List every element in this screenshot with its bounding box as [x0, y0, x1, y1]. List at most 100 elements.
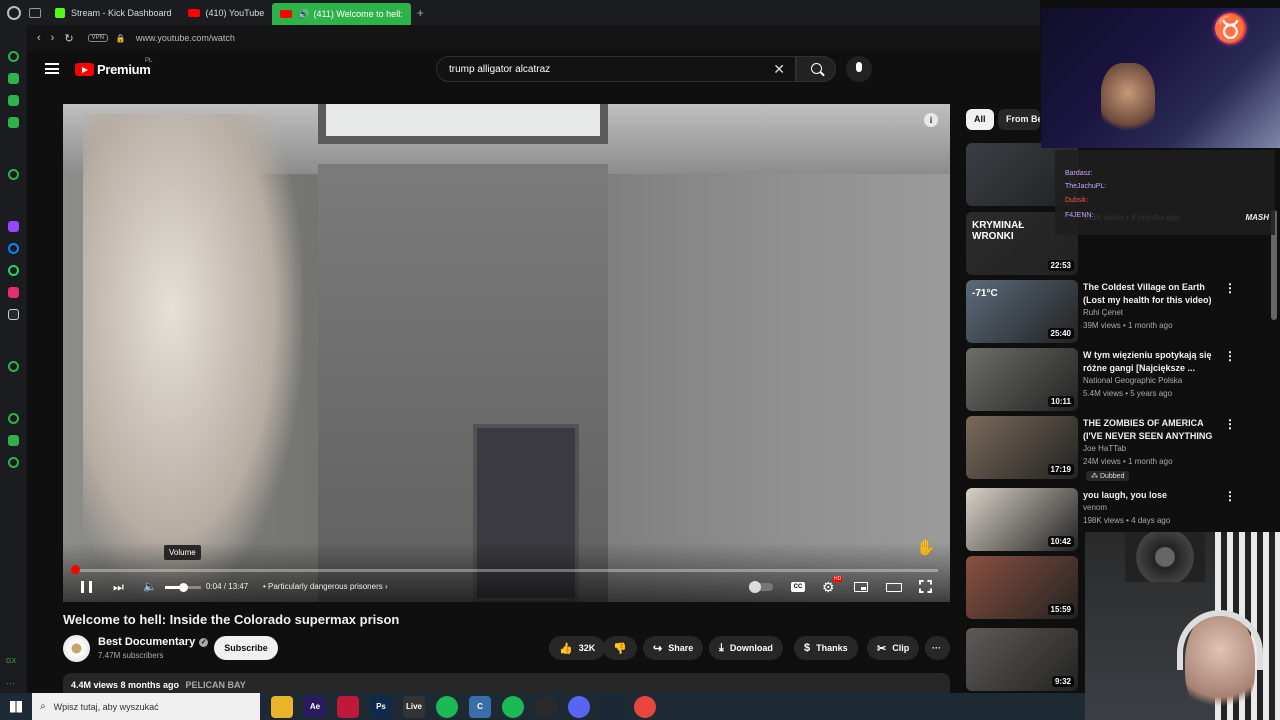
theater-mode-icon[interactable] [886, 583, 902, 592]
subtitles-icon[interactable]: CC [791, 582, 805, 592]
chapter-title[interactable]: • Particularly dangerous prisoners › [263, 582, 388, 591]
recommendation-title[interactable]: you laugh, you lose [1083, 489, 1221, 502]
chip-from-channel[interactable]: From Be [998, 109, 1040, 130]
recommendation-item[interactable]: -71°C 25:40 The Coldest Village on Earth (… [966, 280, 1278, 344]
recommendation-channel[interactable]: Ruhi Çenet [1083, 308, 1123, 317]
clear-search-icon[interactable]: ✕ [773, 61, 785, 78]
youtube-logo-icon[interactable] [75, 63, 94, 76]
more-actions-button[interactable]: ··· [925, 636, 950, 660]
next-icon[interactable]: ⏭ [113, 580, 124, 595]
taskbar-photoshop-icon[interactable]: Ps [370, 695, 392, 718]
messenger-icon[interactable] [8, 243, 19, 254]
taskbar-chrome-icon[interactable] [634, 695, 656, 718]
new-tab-icon[interactable]: + [417, 6, 424, 20]
player-icon[interactable] [8, 361, 19, 372]
video-thumbnail[interactable]: 17:19 [966, 416, 1078, 479]
taskbar-opera-gx-icon[interactable] [337, 695, 359, 718]
subscribe-button[interactable]: Subscribe [214, 636, 278, 660]
video-thumbnail[interactable]: 15:59 [966, 556, 1078, 619]
taskbar-search-input[interactable]: ⌕ Wpisz tutaj, aby wyszukać [32, 693, 260, 720]
miniplayer-icon[interactable] [854, 582, 868, 592]
more-icon[interactable]: ··· [6, 678, 15, 688]
thanks-button[interactable]: $ Thanks [794, 636, 858, 660]
like-button[interactable]: 👍 32K [549, 636, 606, 660]
channel-avatar[interactable] [63, 635, 90, 662]
instagram-icon[interactable] [8, 287, 19, 298]
channel-name-text: Best Documentary [98, 636, 196, 648]
twitch-icon[interactable] [8, 221, 19, 232]
whatsapp-icon[interactable] [8, 265, 19, 276]
volume-knob[interactable] [179, 583, 188, 592]
share-button[interactable]: ↪ Share [643, 636, 704, 660]
more-options-icon[interactable]: ⋮ [1224, 417, 1236, 431]
video-thumbnail[interactable]: 10:42 [966, 488, 1078, 551]
progress-scrubber[interactable] [71, 565, 80, 574]
autoplay-toggle[interactable] [749, 581, 773, 593]
video-player[interactable]: i ✋ Volume ⏭ 🔈 0:04 / 13:47 • Particular… [63, 104, 950, 602]
search-button[interactable] [796, 56, 836, 82]
lock-icon[interactable]: 🔒 [116, 34, 126, 43]
youtube-premium-logo[interactable]: Premium [97, 62, 151, 77]
dislike-button[interactable]: 👎 [603, 636, 637, 660]
recommendation-item[interactable]: 10:11 W tym więzieniu spotykają się różne… [966, 348, 1278, 412]
tab-youtube-home[interactable]: (410) YouTube [180, 0, 273, 25]
voice-search-button[interactable] [846, 56, 872, 82]
recommendation-channel[interactable]: venom [1083, 503, 1107, 512]
tab-youtube-video[interactable]: 🔊 (411) Welcome to hell: [272, 3, 411, 25]
taskbar-discord-icon[interactable] [568, 695, 590, 718]
recommendation-title[interactable]: THE ZOMBIES OF AMERICA (I'VE NEVER SEEN … [1083, 417, 1221, 444]
history-icon[interactable] [8, 413, 19, 424]
recommendation-title[interactable]: The Coldest Village on Earth (Lost my he… [1083, 281, 1221, 308]
pause-icon[interactable] [81, 581, 92, 593]
channel-name[interactable]: Best Documentary ✓ [98, 636, 209, 648]
taskbar-live-icon[interactable]: Live [403, 695, 425, 718]
description-tag[interactable]: PELICAN BAY [186, 680, 246, 690]
taskbar-spotify-2-icon[interactable] [502, 695, 524, 718]
gx-store-icon[interactable] [8, 95, 19, 106]
opera-logo-icon[interactable] [7, 5, 21, 20]
gx-control-icon[interactable] [8, 51, 19, 62]
recommendation-item[interactable]: 17:19 THE ZOMBIES OF AMERICA (I'VE NEVER … [966, 416, 1278, 481]
taskbar-steam-icon[interactable] [601, 695, 623, 718]
video-info-icon[interactable]: i [924, 113, 938, 127]
windows-start-icon[interactable] [10, 700, 22, 713]
chat-message: Dubsik: [1065, 197, 1088, 204]
duration-badge: 17:19 [1047, 464, 1074, 475]
settings-icon[interactable] [8, 457, 19, 468]
taskbar-spotify-icon[interactable] [436, 695, 458, 718]
video-thumbnail[interactable]: 10:11 [966, 348, 1078, 411]
volume-icon[interactable]: 🔈 [143, 580, 157, 593]
taskbar-file-explorer-icon[interactable] [271, 695, 293, 718]
download-button[interactable]: ⤓ Download [709, 636, 783, 660]
video-thumbnail[interactable]: -71°C 25:40 [966, 280, 1078, 343]
hamburger-menu-icon[interactable] [45, 63, 59, 74]
more-options-icon[interactable]: ⋮ [1224, 281, 1236, 295]
more-options-icon[interactable]: ⋮ [1224, 489, 1236, 503]
taskbar-ccleaner-icon[interactable]: C [469, 695, 491, 718]
recommendation-channel[interactable]: Joe HaTTab [1083, 444, 1126, 453]
taskbar-after-effects-icon[interactable]: Ae [304, 695, 326, 718]
aria-icon[interactable] [8, 169, 19, 180]
url-field[interactable]: www.youtube.com/watch [136, 33, 235, 43]
gx-corner-icon[interactable] [8, 73, 19, 84]
forward-icon[interactable]: › [51, 32, 55, 44]
taskbar-obs-icon[interactable] [535, 695, 557, 718]
extensions-icon[interactable] [8, 435, 19, 446]
recommendation-title[interactable]: W tym więzieniu spotykają się różne gang… [1083, 349, 1221, 375]
tab-kick-dashboard[interactable]: Stream - Kick Dashboard [47, 0, 180, 25]
reload-icon[interactable]: ↻ [64, 32, 73, 45]
progress-bar[interactable] [75, 569, 938, 572]
back-icon[interactable]: ‹ [37, 32, 41, 44]
tab-overview-icon[interactable] [29, 7, 41, 18]
search-input[interactable]: trump alligator alcatraz ✕ [436, 56, 796, 82]
vpn-badge[interactable]: VPN [87, 34, 108, 42]
dubbed-badge: ⁂ Dubbed [1086, 471, 1130, 481]
x-twitter-icon[interactable] [8, 309, 19, 320]
recommendation-channel[interactable]: National Geographic Polska [1083, 376, 1182, 385]
clip-button[interactable]: ✂ Clip [867, 636, 920, 660]
more-options-icon[interactable]: ⋮ [1224, 349, 1236, 363]
speaker-icon[interactable]: 🔊 [298, 9, 309, 20]
video-thumbnail[interactable]: 9:32 [966, 628, 1078, 691]
messenger-m-icon[interactable] [8, 117, 19, 128]
chip-all[interactable]: All [966, 109, 994, 130]
